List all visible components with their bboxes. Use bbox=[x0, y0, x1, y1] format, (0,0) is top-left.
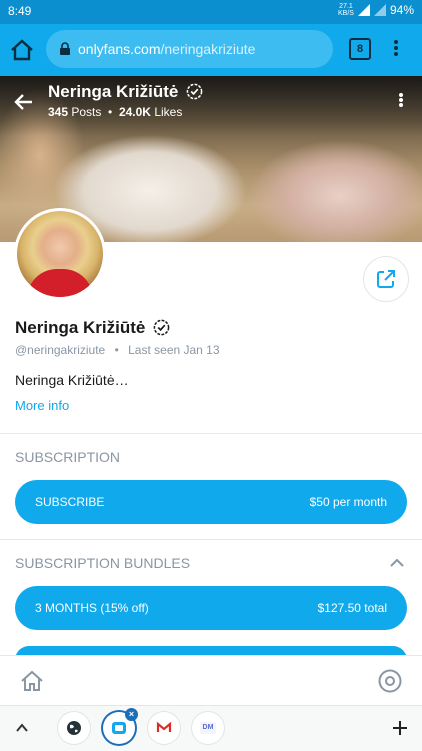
status-icons: 27.1 KB/S 94% bbox=[338, 3, 414, 17]
close-icon[interactable]: × bbox=[125, 708, 138, 721]
tab-onlyfans[interactable]: × bbox=[103, 708, 138, 744]
url-path: /neringakriziute bbox=[160, 41, 256, 57]
share-icon bbox=[377, 270, 395, 288]
bundles-title: SUBSCRIPTION BUNDLES bbox=[15, 555, 191, 571]
bundle-button[interactable]: 3 MONTHS (15% off) $127.50 total bbox=[15, 586, 407, 630]
battery-level: 94% bbox=[389, 3, 414, 17]
home-icon[interactable] bbox=[19, 668, 45, 694]
profile-name: Neringa Križiūtė bbox=[15, 318, 170, 338]
share-button[interactable] bbox=[363, 256, 409, 302]
signal-icon-2 bbox=[373, 4, 386, 16]
onlyfans-tab-icon bbox=[112, 722, 126, 734]
back-arrow-icon[interactable] bbox=[12, 90, 36, 114]
bundle-price: $127.50 total bbox=[317, 601, 387, 615]
home-icon bbox=[11, 39, 33, 61]
profile-icon[interactable] bbox=[377, 668, 403, 694]
browser-tab-bar: × DM bbox=[0, 705, 422, 751]
divider bbox=[0, 539, 422, 540]
chevron-up-icon[interactable] bbox=[14, 720, 30, 736]
signal-icon bbox=[357, 4, 370, 16]
avatar[interactable] bbox=[14, 208, 106, 300]
gmail-icon bbox=[156, 721, 172, 732]
divider bbox=[0, 433, 422, 434]
profile-handle-row: @neringakriziute • Last seen Jan 13 bbox=[15, 343, 220, 357]
subscribe-price: $50 per month bbox=[309, 495, 387, 509]
url-domain: onlyfans.com bbox=[78, 41, 161, 57]
tabs-icon[interactable]: 8 bbox=[349, 38, 371, 60]
browser-home-button[interactable] bbox=[8, 36, 36, 64]
subscription-title: SUBSCRIPTION bbox=[15, 449, 121, 465]
last-seen: Last seen Jan 13 bbox=[128, 343, 220, 357]
subscribe-button[interactable]: SUBSCRIBE $50 per month bbox=[15, 480, 407, 524]
network-speed: 27.1 KB/S bbox=[338, 3, 354, 17]
tab-gmail[interactable] bbox=[148, 712, 180, 744]
chevron-up-icon[interactable] bbox=[387, 553, 407, 573]
tab-globe[interactable] bbox=[58, 712, 90, 744]
cover-name: Neringa Križiūtė bbox=[48, 82, 203, 102]
browser-toolbar: onlyfans.com/neringakriziute 8 bbox=[0, 24, 422, 76]
globe-icon bbox=[67, 721, 81, 735]
bundle-label: 3 MONTHS (15% off) bbox=[35, 601, 149, 615]
plus-icon[interactable] bbox=[391, 719, 409, 737]
dm-icon: DM bbox=[200, 722, 216, 734]
verified-icon bbox=[186, 83, 203, 100]
address-bar[interactable]: onlyfans.com/neringakriziute bbox=[46, 30, 333, 68]
url-text: onlyfans.com/neringakriziute bbox=[78, 41, 255, 57]
profile-bio: Neringa Križiūtė… bbox=[15, 372, 129, 388]
status-time: 8:49 bbox=[8, 4, 32, 18]
lock-icon bbox=[60, 42, 70, 55]
subscribe-label: SUBSCRIBE bbox=[35, 495, 105, 509]
tab-dm[interactable]: DM bbox=[192, 712, 224, 744]
status-bar: 8:49 27.1 KB/S 94% bbox=[0, 0, 422, 24]
app-bottom-nav bbox=[0, 655, 422, 706]
profile-handle: @neringakriziute bbox=[15, 343, 106, 357]
cover-stats: 345 Posts • 24.0K Likes bbox=[48, 105, 183, 119]
verified-icon bbox=[153, 319, 170, 336]
cover-more-vert-icon[interactable] bbox=[396, 92, 406, 112]
more-info-link[interactable]: More info bbox=[15, 398, 69, 413]
avatar-image bbox=[17, 211, 103, 297]
more-vert-icon[interactable] bbox=[388, 38, 404, 60]
